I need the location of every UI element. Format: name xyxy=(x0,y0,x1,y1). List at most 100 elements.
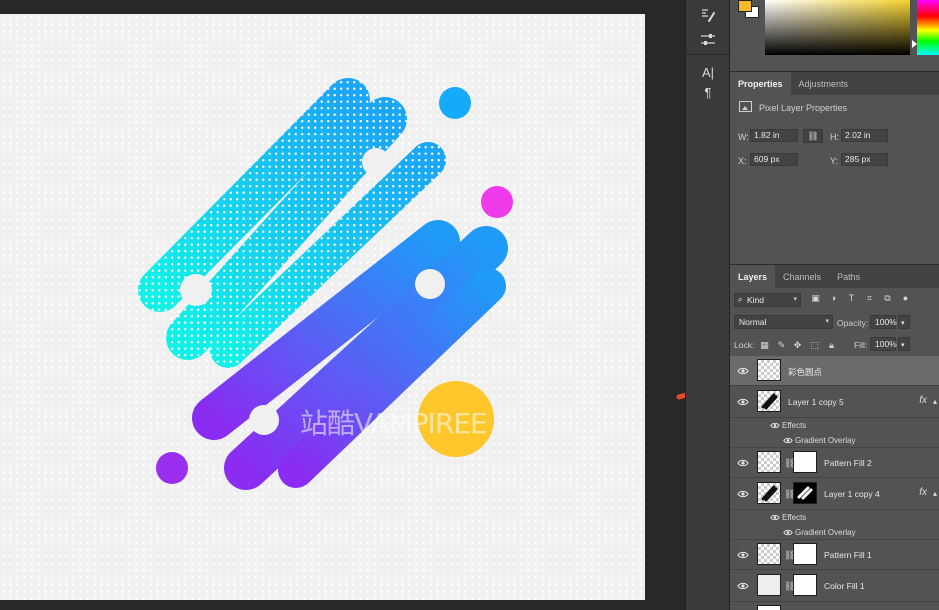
sky-dot xyxy=(439,87,471,119)
pattern-fill-thumbnail-icon xyxy=(757,451,781,473)
layer-mask-thumbnail[interactable] xyxy=(793,451,817,473)
filter-pixel-icon[interactable]: ▣ xyxy=(810,293,821,304)
search-icon: ⌕ xyxy=(738,295,743,304)
mask-shape-icon xyxy=(797,486,813,500)
x-field[interactable]: 609 px xyxy=(750,153,798,166)
tab-channels[interactable]: Channels xyxy=(775,265,829,289)
layer-thumbnail xyxy=(757,390,781,412)
filter-shape-icon[interactable]: ⌗ xyxy=(864,293,875,304)
effect-name: Gradient Overlay xyxy=(795,528,856,537)
tab-paths[interactable]: Paths xyxy=(829,265,868,289)
layer-thumbnail xyxy=(757,359,781,381)
y-label: Y: xyxy=(830,156,839,166)
gradient-overlay-row[interactable]: Gradient Overlay xyxy=(730,433,939,448)
adjust-sliders-icon[interactable] xyxy=(698,30,718,50)
fill-field[interactable]: 100% xyxy=(870,337,897,351)
fx-icon[interactable]: fx xyxy=(919,395,927,406)
chevron-up-icon[interactable]: ▴ xyxy=(933,489,937,498)
color-picker-field[interactable] xyxy=(765,0,910,55)
y-field[interactable]: 285 px xyxy=(841,153,888,166)
chevron-up-icon[interactable]: ▴ xyxy=(933,397,937,406)
properties-tabbar: Properties Adjustments xyxy=(730,71,939,96)
layer-row-pattern-fill-1[interactable]: ⛓ Pattern Fill 1 xyxy=(730,540,939,570)
layer-mask-thumbnail[interactable] xyxy=(793,482,817,504)
blend-mode-value: Normal xyxy=(739,317,767,327)
layer-mask-thumbnail[interactable] xyxy=(793,543,817,565)
tab-properties[interactable]: Properties xyxy=(730,72,791,96)
brush-settings-icon[interactable] xyxy=(698,6,718,26)
opacity-field[interactable]: 100% xyxy=(870,315,897,329)
lock-position-icon[interactable]: ✥ xyxy=(792,340,803,351)
pattern-fill-thumbnail-icon xyxy=(757,543,781,565)
layer-thumbnail xyxy=(757,482,781,504)
layer-mask-thumbnail[interactable] xyxy=(793,574,817,596)
eye-visibility-icon[interactable] xyxy=(737,551,749,559)
filter-type-icon[interactable]: T xyxy=(846,293,857,304)
effects-row[interactable]: Effects xyxy=(730,510,939,525)
layer-row-pattern-fill-2[interactable]: ⛓ Pattern Fill 2 xyxy=(730,448,939,478)
right-panels: Properties Adjustments Pixel Layer Prope… xyxy=(730,0,939,610)
link-dimensions-icon[interactable]: ⛓ xyxy=(803,129,823,143)
canvas-gutter xyxy=(645,0,685,610)
layer-row-layer-1-copy-4[interactable]: ⛓ Layer 1 copy 4 fx ▴ xyxy=(730,478,939,510)
width-label: W: xyxy=(738,132,749,142)
fx-icon[interactable]: fx xyxy=(919,487,927,498)
height-field[interactable]: 2.02 in xyxy=(841,129,888,142)
watermark-text: 站酷VAMPIREE xyxy=(300,407,488,440)
eye-visibility-icon[interactable] xyxy=(770,514,782,522)
filter-toggle-icon[interactable]: ● xyxy=(900,293,911,304)
panel-tool-strip: A| ¶ xyxy=(685,0,730,610)
hue-slider[interactable] xyxy=(917,0,939,55)
document-canvas[interactable]: 站酷VAMPIREE xyxy=(0,14,645,600)
layer-name[interactable]: Pattern Fill 2 xyxy=(824,458,872,468)
gradient-overlay-row[interactable]: Gradient Overlay xyxy=(730,525,939,540)
properties-title: Pixel Layer Properties xyxy=(759,103,848,113)
blend-mode-select[interactable]: Normal ▾ xyxy=(734,315,833,329)
filter-adjustment-icon[interactable]: ◑ xyxy=(828,293,839,304)
workspace[interactable]: 站酷VAMPIREE xyxy=(0,0,685,610)
layer-row-layer-1-copy-5[interactable]: Layer 1 copy 5 fx ▴ xyxy=(730,386,939,418)
paragraph-icon[interactable]: ¶ xyxy=(698,82,718,102)
layer-name[interactable]: Layer 1 copy 4 xyxy=(824,489,880,499)
color-fill-thumbnail-icon xyxy=(757,574,781,596)
layer-name[interactable]: Layer 1 copy 5 xyxy=(788,397,844,407)
layer-filter-select[interactable]: ⌕ Kind ▾ xyxy=(734,293,801,307)
magenta-dot xyxy=(481,186,513,218)
opacity-label: Opacity: xyxy=(837,318,869,328)
eye-visibility-icon[interactable] xyxy=(770,422,782,430)
fill-dropdown[interactable]: ▾ xyxy=(898,337,910,351)
eye-visibility-icon[interactable] xyxy=(737,490,749,498)
chevron-down-icon: ▾ xyxy=(825,318,829,325)
lock-all-icon[interactable]: 🔒︎ xyxy=(826,340,837,351)
layer-thumbnail xyxy=(757,605,781,610)
eye-visibility-icon[interactable] xyxy=(783,529,795,537)
tab-adjustments[interactable]: Adjustments xyxy=(791,72,857,96)
layer-name[interactable]: 彩色圆点 xyxy=(788,366,822,378)
lock-transparency-icon[interactable]: ▦ xyxy=(759,340,770,351)
layers-tabbar: Layers Channels Paths xyxy=(730,264,939,289)
effects-label: Effects xyxy=(782,421,807,430)
layer-row-color-fill-1[interactable]: ⛓ Color Fill 1 xyxy=(730,570,939,602)
filter-smart-object-icon[interactable]: ⧉ xyxy=(882,293,893,304)
shape-thumbnail-icon xyxy=(761,485,778,502)
foreground-color-swatch[interactable] xyxy=(738,0,752,12)
width-field[interactable]: 1.82 in xyxy=(750,129,798,142)
lock-label: Lock: xyxy=(734,340,755,350)
eye-visibility-icon[interactable] xyxy=(783,437,795,445)
layer-name[interactable]: Color Fill 1 xyxy=(824,581,865,591)
effects-row[interactable]: Effects xyxy=(730,418,939,433)
eye-visibility-icon[interactable] xyxy=(737,367,749,375)
tab-layers[interactable]: Layers xyxy=(730,265,776,289)
layer-name[interactable]: Pattern Fill 1 xyxy=(824,550,872,560)
lock-artboard-icon[interactable]: ⬚ xyxy=(809,340,820,351)
character-icon[interactable]: A| xyxy=(698,62,718,82)
eye-visibility-icon[interactable] xyxy=(737,459,749,467)
eye-visibility-icon[interactable] xyxy=(737,582,749,590)
artwork xyxy=(138,78,513,490)
fill-label: Fill: xyxy=(854,340,868,350)
eye-visibility-icon[interactable] xyxy=(737,398,749,406)
opacity-dropdown[interactable]: ▾ xyxy=(898,315,910,329)
layer-row-colored-dots[interactable]: 彩色圆点 xyxy=(730,356,939,386)
lock-pixels-icon[interactable]: ✎ xyxy=(776,340,787,351)
violet-dot xyxy=(156,452,188,484)
